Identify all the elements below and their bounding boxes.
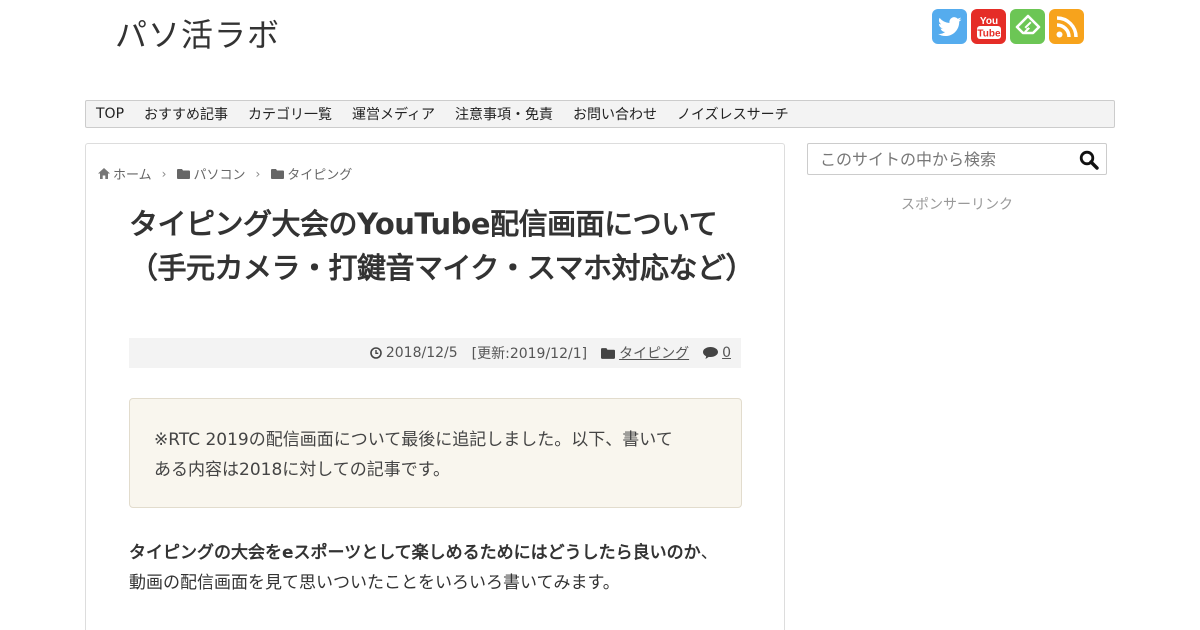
breadcrumb: ホーム › パソコン › タイピング xyxy=(98,164,352,183)
global-nav: TOP おすすめ記事 カテゴリ一覧 運営メディア 注意事項・免責 お問い合わせ … xyxy=(85,100,1115,128)
rss-icon xyxy=(1056,15,1078,37)
comment-icon xyxy=(703,347,719,359)
breadcrumb-category-pc[interactable]: パソコン xyxy=(177,164,245,183)
home-icon xyxy=(98,168,110,179)
article-intro: タイピングの大会をeスポーツとして楽しめるためにはどうしたら良いのか、動画の配信… xyxy=(129,538,729,598)
nav-item-media[interactable]: 運営メディア xyxy=(352,104,435,124)
youtube-button[interactable]: You Tube xyxy=(971,9,1006,44)
intro-bold: タイピングの大会をeスポーツとして楽しめるためにはどうしたら良いのか xyxy=(129,543,701,563)
notice-line-1: ※RTC 2019の配信画面について最後に追記しました。以下、書いて xyxy=(154,430,673,450)
main-content: ホーム › パソコン › タイピング タイピング大会のYouTube配信画面につ… xyxy=(85,143,785,630)
folder-icon xyxy=(177,168,191,179)
nav-item-contact[interactable]: お問い合わせ xyxy=(573,104,657,124)
search-input[interactable] xyxy=(808,144,1068,174)
breadcrumb-home[interactable]: ホーム xyxy=(98,164,152,183)
rss-button[interactable] xyxy=(1049,9,1084,44)
breadcrumb-category-typing-label: タイピング xyxy=(287,168,353,183)
twitter-icon xyxy=(937,16,961,36)
feedly-icon xyxy=(1015,14,1040,34)
breadcrumb-category-pc-label: パソコン xyxy=(193,168,246,183)
post-category-link[interactable]: タイピング xyxy=(619,343,689,363)
feedly-button[interactable] xyxy=(1010,9,1045,44)
notice-line-2: ある内容は2018に対しての記事です。 xyxy=(154,460,451,480)
breadcrumb-category-typing[interactable]: タイピング xyxy=(271,164,352,183)
sponsor-label: スポンサーリンク xyxy=(901,197,1013,213)
twitter-button[interactable] xyxy=(932,9,967,44)
clock-icon xyxy=(370,347,382,359)
nav-item-noiseless-search[interactable]: ノイズレスサーチ xyxy=(677,104,789,124)
site-title[interactable]: パソ活ラボ xyxy=(115,10,280,56)
post-date: 2018/12/5 xyxy=(370,345,458,361)
comment-count-link[interactable]: 0 xyxy=(722,345,731,361)
updated-date: [更新:2019/12/1] xyxy=(471,346,588,362)
nav-item-disclaimer[interactable]: 注意事項・免責 xyxy=(455,104,553,124)
nav-item-top[interactable]: TOP xyxy=(96,106,124,122)
nav-item-categories[interactable]: カテゴリ一覧 xyxy=(248,104,332,124)
youtube-icon: You Tube xyxy=(976,16,1001,39)
folder-icon xyxy=(601,347,616,359)
search-icon xyxy=(1079,150,1099,170)
post-date-text: 2018/12/5 xyxy=(385,345,458,361)
breadcrumb-home-label: ホーム xyxy=(113,168,152,183)
article-meta: 2018/12/5 [更新:2019/12/1] タイピング 0 xyxy=(129,338,741,368)
post-category: タイピング xyxy=(601,343,689,363)
search-button[interactable] xyxy=(1078,149,1100,171)
search-box xyxy=(807,143,1107,175)
comment-count: 0 xyxy=(703,345,731,361)
youtube-text-bottom: Tube xyxy=(977,28,1001,39)
youtube-text-top: You xyxy=(979,16,997,27)
article-title: タイピング大会のYouTube配信画面について（手元カメラ・打鍵音マイク・スマホ… xyxy=(129,207,754,285)
folder-icon xyxy=(271,168,285,179)
social-links: You Tube xyxy=(932,9,1084,44)
update-notice: ※RTC 2019の配信画面について最後に追記しました。以下、書いて ある内容は… xyxy=(129,398,742,508)
chevron-right-icon: › xyxy=(161,166,167,181)
nav-item-recommended[interactable]: おすすめ記事 xyxy=(144,104,228,124)
chevron-right-icon: › xyxy=(255,166,261,181)
